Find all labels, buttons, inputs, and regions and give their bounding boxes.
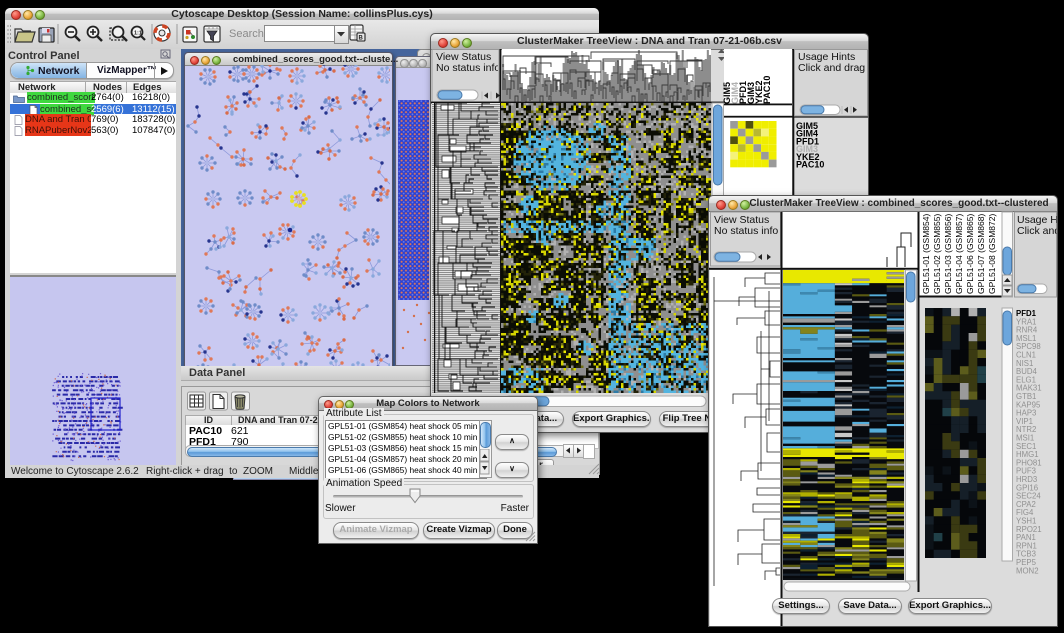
svg-text:GPL51-06 (GSM865): GPL51-06 (GSM865)	[965, 214, 975, 294]
svg-text:1:1: 1:1	[134, 31, 142, 37]
svg-text:PAC10: PAC10	[796, 160, 824, 170]
svg-text:Click and drag to: Click and drag to	[798, 62, 868, 74]
svg-text:No status info f: No status info f	[436, 62, 506, 74]
svg-text:GPL51-04 (GSM857): GPL51-04 (GSM857)	[954, 214, 964, 294]
svg-text:GPL51-03 (GSM856): GPL51-03 (GSM856)	[943, 214, 953, 294]
svg-text:Click and d: Click and d	[1017, 225, 1057, 237]
svg-text:No status info f: No status info f	[714, 225, 784, 237]
svg-text:PAC10: PAC10	[762, 76, 772, 104]
svg-text:GPL51-08 (GSM872): GPL51-08 (GSM872)	[987, 214, 997, 294]
svg-text:GPL51-01 (GSM854): GPL51-01 (GSM854)	[921, 214, 931, 294]
svg-text:MON2: MON2	[1016, 566, 1039, 575]
svg-text:GPL51-02 (GSM855): GPL51-02 (GSM855)	[932, 214, 942, 294]
svg-text:GPL51-07 (GSM868): GPL51-07 (GSM868)	[976, 214, 986, 294]
svg-text:B: B	[359, 36, 364, 42]
